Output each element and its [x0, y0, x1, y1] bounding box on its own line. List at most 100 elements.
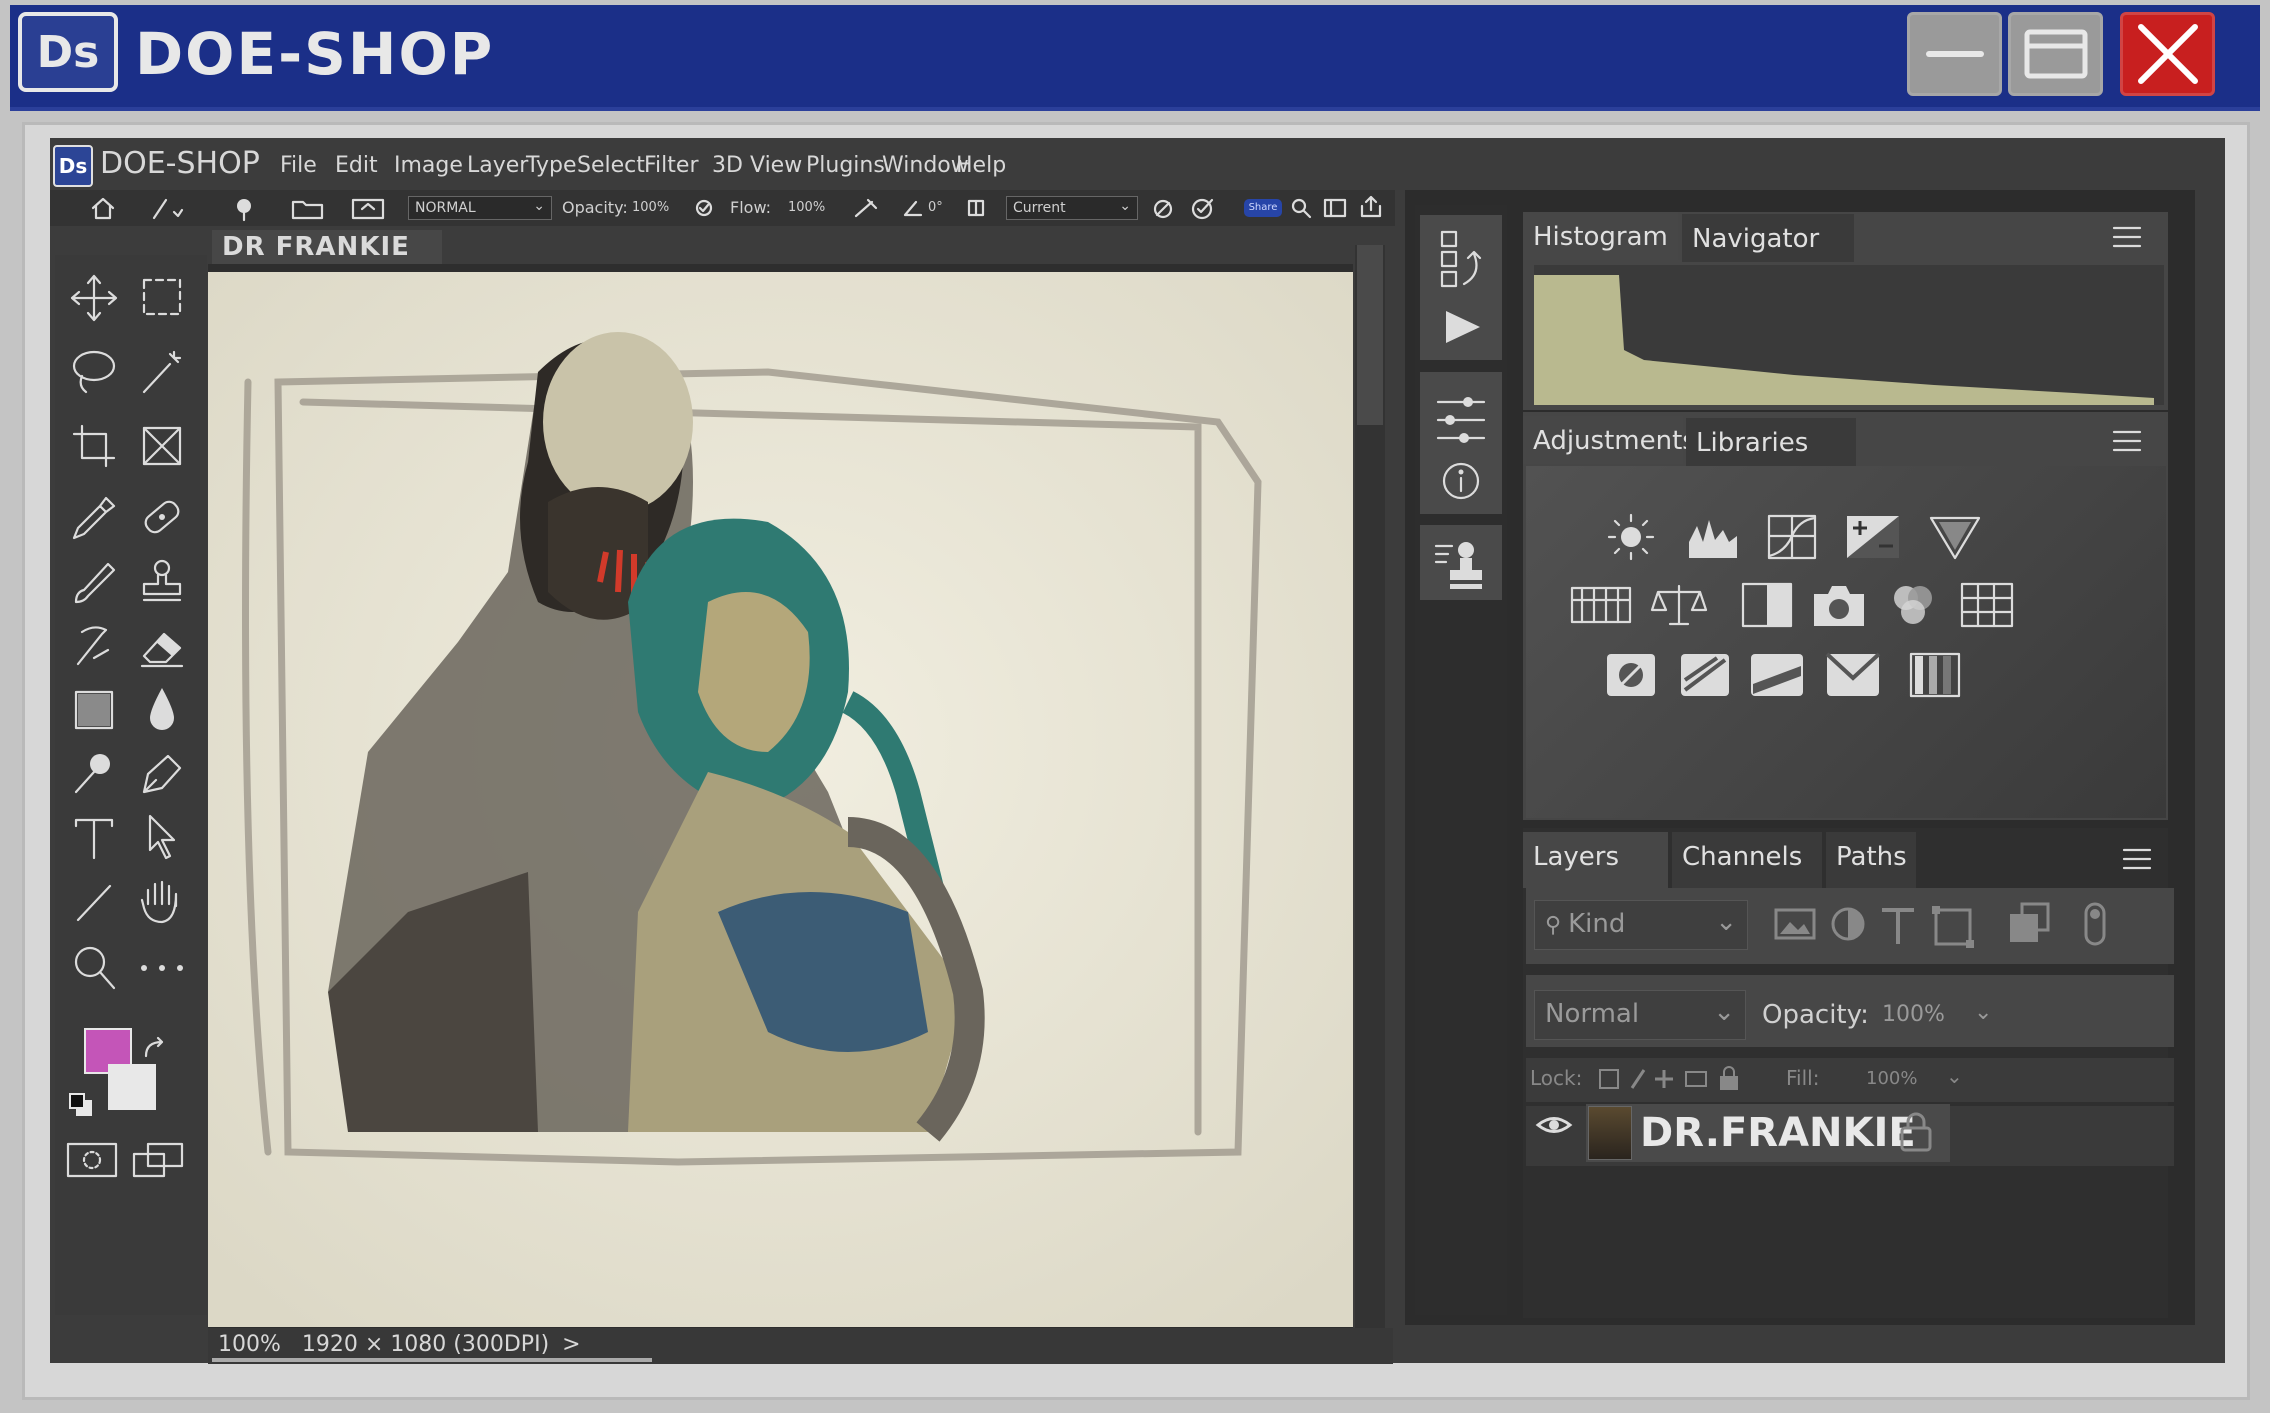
- adj-black-white[interactable]: [1736, 576, 1798, 634]
- adj-curves[interactable]: [1762, 508, 1824, 566]
- status-menu-arrow[interactable]: >: [562, 1332, 580, 1357]
- menu-plugins[interactable]: Plugins: [806, 153, 885, 178]
- layer-name[interactable]: DR.FRANKIE: [1640, 1110, 1916, 1156]
- eraser-tool[interactable]: [134, 618, 190, 674]
- minimize-button[interactable]: [1907, 12, 2002, 96]
- layer-blend-select[interactable]: Normal ⌄: [1534, 990, 1746, 1040]
- move-tool[interactable]: [66, 270, 122, 326]
- angle-value[interactable]: 0°: [928, 200, 943, 215]
- menu-image[interactable]: Image: [394, 153, 463, 178]
- menu-filter[interactable]: Filter: [644, 153, 698, 178]
- blend-mode-select[interactable]: NORMAL ⌄: [408, 196, 552, 220]
- marquee-tool[interactable]: [134, 270, 190, 326]
- save-folder-icon[interactable]: [350, 196, 386, 220]
- filter-smart-object-icon[interactable]: [2006, 900, 2052, 946]
- lock-options-icons[interactable]: [1598, 1066, 1758, 1092]
- layer-kind-filter[interactable]: ⚲ Kind ⌄: [1534, 900, 1748, 950]
- filter-toggle-icon[interactable]: [2080, 900, 2110, 948]
- lasso-tool[interactable]: [66, 344, 122, 400]
- adj-posterize[interactable]: [1674, 646, 1736, 704]
- adj-color-balance[interactable]: [1648, 576, 1710, 634]
- document-canvas[interactable]: [208, 272, 1353, 1327]
- eyedropper-tool[interactable]: [66, 490, 122, 546]
- adj-threshold[interactable]: [1746, 646, 1808, 704]
- default-colors-icon[interactable]: [66, 1090, 96, 1120]
- eye-visibility-icon[interactable]: [1534, 1110, 1574, 1140]
- zoom-tool[interactable]: [66, 940, 122, 996]
- airbrush-icon[interactable]: [852, 196, 882, 220]
- search-icon[interactable]: [1290, 197, 1312, 219]
- symmetry-icon[interactable]: [966, 198, 986, 218]
- brush-tool[interactable]: [66, 554, 122, 610]
- tab-navigator[interactable]: Navigator: [1682, 214, 1854, 262]
- panel-menu-icon[interactable]: [2110, 224, 2144, 250]
- adj-hue-bars[interactable]: [1570, 576, 1632, 634]
- healing-tool[interactable]: [134, 490, 190, 546]
- menu-view[interactable]: View: [750, 153, 802, 178]
- styles-stamp-icon[interactable]: [1432, 536, 1488, 592]
- quick-mask-icon[interactable]: [64, 1140, 120, 1180]
- history-brush-tool[interactable]: [66, 618, 122, 674]
- magic-wand-tool[interactable]: [134, 344, 190, 400]
- tab-adjustments[interactable]: Adjustments: [1523, 416, 1696, 464]
- layer-opacity-dropdown[interactable]: ⌄: [1974, 1000, 1992, 1025]
- adj-exposure[interactable]: [1842, 508, 1904, 566]
- home-icon[interactable]: [90, 196, 116, 220]
- brush-preset-icon[interactable]: [150, 196, 190, 220]
- close-button[interactable]: [2120, 12, 2215, 96]
- more-tools[interactable]: [134, 940, 190, 996]
- filter-pixel-icon[interactable]: [1772, 904, 1818, 944]
- fill-value[interactable]: 100%: [1866, 1068, 1917, 1089]
- dodge-tool[interactable]: [66, 746, 122, 802]
- document-tab[interactable]: DR FRANKIE: [212, 230, 442, 264]
- tab-channels[interactable]: Channels: [1672, 832, 1822, 888]
- adj-invert[interactable]: [1600, 646, 1662, 704]
- menu-select[interactable]: Select: [577, 153, 645, 178]
- tab-layers[interactable]: Layers: [1523, 832, 1668, 888]
- pressure-opacity-icon[interactable]: [694, 198, 714, 218]
- line-tool[interactable]: [66, 874, 122, 930]
- share-icon[interactable]: [1358, 194, 1384, 220]
- tab-histogram[interactable]: Histogram: [1523, 212, 1678, 260]
- workspace-icon[interactable]: [1322, 196, 1348, 220]
- adj-selective-color[interactable]: [1904, 646, 1966, 704]
- ignore-adjustment-icon[interactable]: [1152, 198, 1174, 220]
- share-button[interactable]: Share: [1244, 199, 1282, 217]
- menu-edit[interactable]: Edit: [335, 153, 378, 178]
- type-tool[interactable]: [66, 810, 122, 866]
- menu-layer[interactable]: Layer: [467, 153, 528, 178]
- blur-tool[interactable]: [134, 682, 190, 738]
- tab-paths[interactable]: Paths: [1826, 832, 1916, 888]
- menu-help[interactable]: Help: [956, 153, 1006, 178]
- adj-gradient-map[interactable]: [1822, 646, 1884, 704]
- adj-gradient-triangle[interactable]: [1924, 508, 1986, 566]
- screen-mode-icon[interactable]: [130, 1140, 186, 1180]
- adj-brightness[interactable]: [1600, 508, 1662, 566]
- tab-libraries[interactable]: Libraries: [1686, 418, 1856, 466]
- scrollbar-thumb[interactable]: [1357, 245, 1383, 425]
- actions-play-icon[interactable]: [1438, 305, 1486, 349]
- open-folder-icon[interactable]: [290, 196, 326, 220]
- stamp-tool[interactable]: [134, 554, 190, 610]
- layer-opacity-value[interactable]: 100%: [1882, 1002, 1945, 1027]
- brush-size-icon[interactable]: [230, 196, 260, 222]
- pen-tool[interactable]: [134, 746, 190, 802]
- panel-menu-icon[interactable]: [2110, 428, 2144, 454]
- menu-file[interactable]: File: [280, 153, 317, 178]
- crop-tool[interactable]: [66, 418, 122, 474]
- opacity-value[interactable]: 100%: [632, 200, 669, 215]
- adj-channel-mixer[interactable]: [1882, 576, 1944, 634]
- background-color-swatch[interactable]: [108, 1064, 156, 1110]
- filter-adjustment-icon[interactable]: [1828, 904, 1868, 944]
- panel-menu-icon[interactable]: [2120, 846, 2154, 872]
- maximize-button[interactable]: [2008, 12, 2103, 96]
- menu-3d[interactable]: 3D: [712, 153, 743, 178]
- properties-sliders-icon[interactable]: [1434, 392, 1488, 448]
- adj-color-lookup[interactable]: [1956, 576, 2018, 634]
- status-scrollbar[interactable]: [212, 1358, 652, 1362]
- gradient-tool[interactable]: [66, 682, 122, 738]
- zoom-level[interactable]: 100%: [218, 1332, 281, 1357]
- swap-colors-icon[interactable]: [140, 1034, 170, 1064]
- filter-shape-icon[interactable]: [1930, 904, 1976, 950]
- history-icon[interactable]: [1438, 228, 1486, 298]
